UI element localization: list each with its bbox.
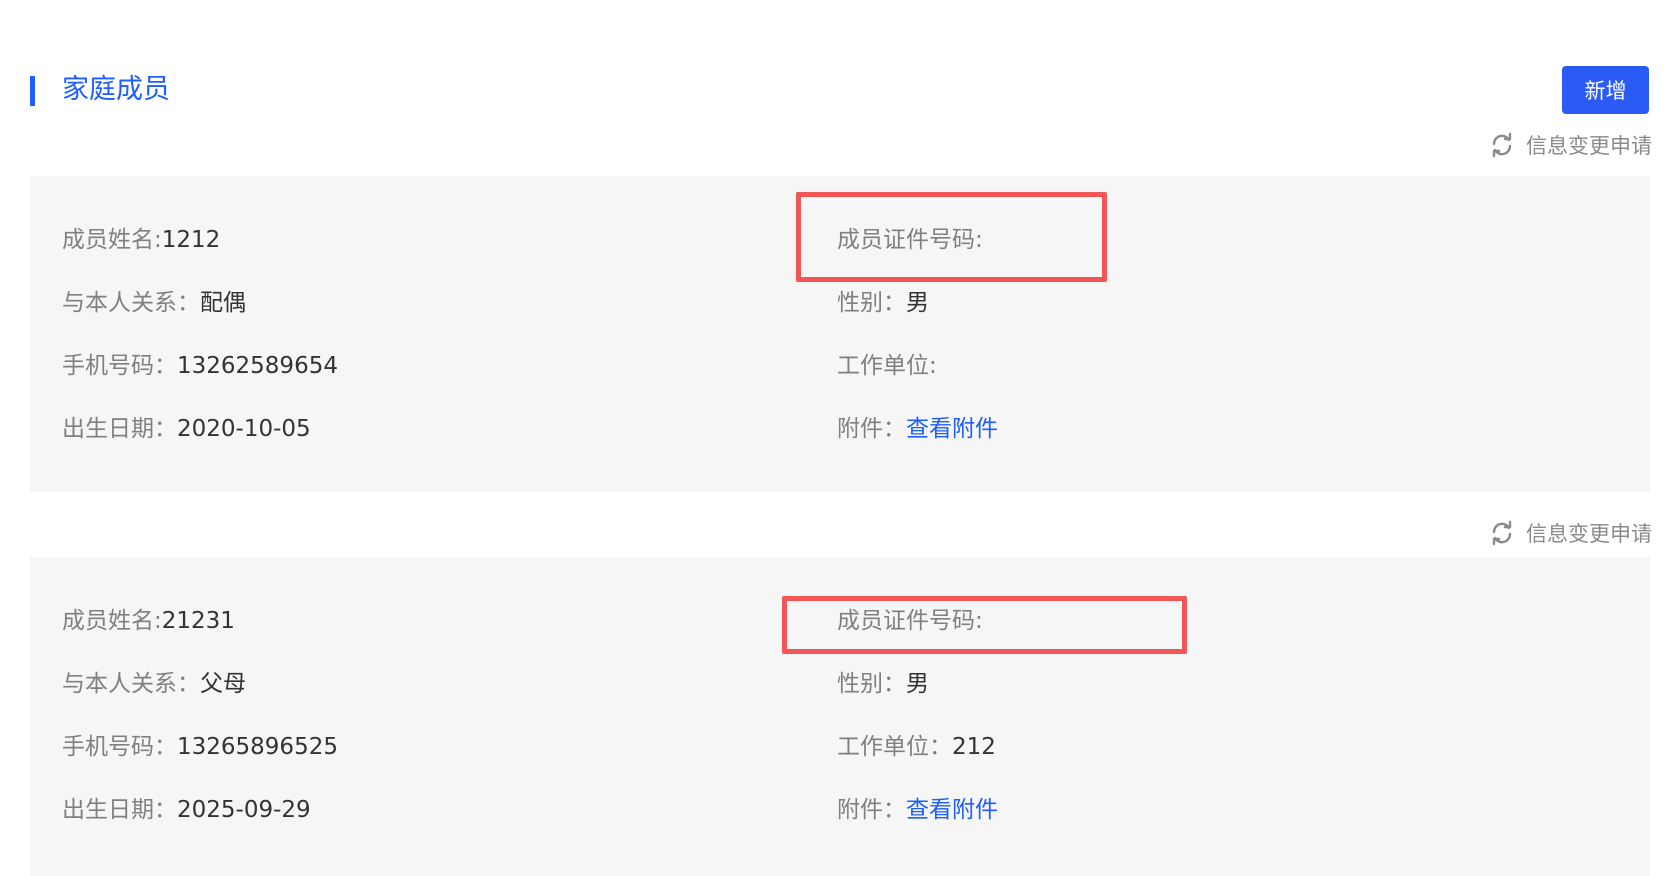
member-1-phone: 手机号码：13262589654 [62,353,338,379]
highlight-box-2 [782,596,1187,654]
member-2-relation: 与本人关系：父母 [62,671,246,697]
view-attachment-link-2[interactable]: 查看附件 [906,797,998,823]
member-2-name: 成员姓名:21231 [62,608,235,634]
refresh-icon [1492,520,1512,546]
member-1-attachment: 附件：查看附件 [837,416,998,442]
member-2-birth-date: 出生日期：2025-09-29 [62,797,311,823]
member-1-work-unit: 工作单位: [837,353,937,379]
member-1-relation: 与本人关系：配偶 [62,290,246,316]
family-members-page: 家庭成员 新增 信息变更申请 成员姓名:1212 与本人关系：配偶 手机号码：1… [0,0,1680,876]
member-2-gender: 性别：男 [837,671,929,697]
member-1-gender: 性别：男 [837,290,929,316]
highlight-box-1 [796,192,1107,282]
member-2-work-unit: 工作单位：212 [837,734,996,760]
member-2-attachment: 附件：查看附件 [837,797,998,823]
section-title: 家庭成员 [62,74,170,105]
change-request-label: 信息变更申请 [1526,522,1652,546]
refresh-icon [1492,132,1512,158]
add-button[interactable]: 新增 [1562,66,1649,114]
section-accent-bar [30,76,35,106]
view-attachment-link-1[interactable]: 查看附件 [906,416,998,442]
section-header: 家庭成员 [30,72,1650,108]
member-1-birth-date: 出生日期：2020-10-05 [62,416,311,442]
change-request-link-2[interactable]: 信息变更申请 [1488,518,1652,548]
change-request-link-1[interactable]: 信息变更申请 [1488,130,1652,160]
member-1-name: 成员姓名:1212 [62,227,221,253]
change-request-label: 信息变更申请 [1526,134,1652,158]
member-2-phone: 手机号码：13265896525 [62,734,338,760]
